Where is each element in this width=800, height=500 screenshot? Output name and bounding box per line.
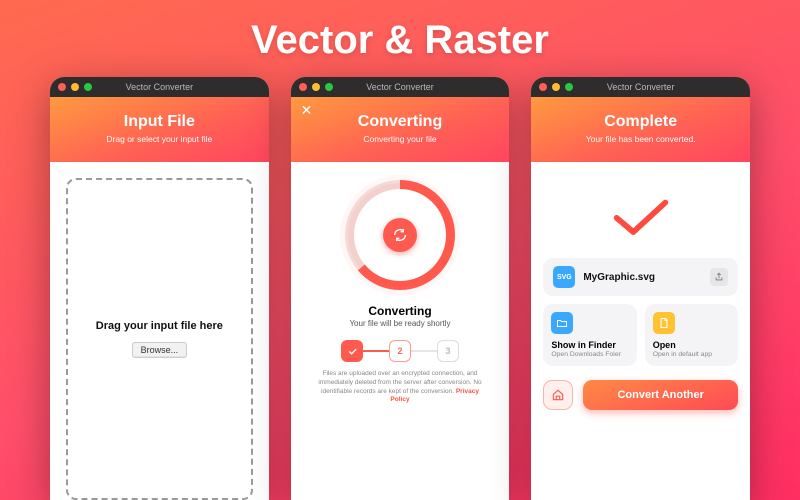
success-check-icon (543, 192, 738, 240)
document-icon (653, 312, 675, 334)
titlebar: Vector Converter (531, 77, 750, 97)
status-subtitle: Your file will be ready shortly (303, 319, 498, 328)
windows-row: Vector Converter Input File Drag or sele… (0, 77, 800, 500)
window-title: Vector Converter (291, 82, 510, 92)
folder-icon (551, 312, 573, 334)
browse-button[interactable]: Browse... (132, 342, 188, 358)
header-converting: ✕ Converting Converting your file (291, 97, 510, 162)
card-subtitle: Open in default app (653, 351, 730, 358)
output-file-card[interactable]: SVG MyGraphic.svg (543, 258, 738, 296)
hero-title: Vector & Raster (251, 18, 549, 63)
status-title: Converting (303, 304, 498, 318)
card-title: Show in Finder (551, 340, 628, 350)
card-title: Open (653, 340, 730, 350)
card-subtitle: Open Downloads Foler (551, 351, 628, 358)
share-icon[interactable] (710, 268, 728, 286)
close-icon[interactable]: ✕ (301, 102, 313, 119)
header-subtitle: Your file has been converted. (541, 134, 740, 144)
file-dropzone[interactable]: Drag your input file here Browse... (66, 178, 253, 500)
file-type-icon: SVG (553, 266, 575, 288)
step-2: 2 (389, 340, 411, 362)
header-input: Input File Drag or select your input fil… (50, 97, 269, 162)
home-button[interactable] (543, 380, 573, 410)
progress-steps: 2 3 (303, 340, 498, 362)
window-title: Vector Converter (531, 82, 750, 92)
window-complete: Vector Converter Complete Your file has … (531, 77, 750, 500)
header-title: Complete (541, 113, 740, 131)
header-title: Input File (60, 113, 259, 131)
output-file-name: MyGraphic.svg (583, 272, 702, 283)
header-subtitle: Converting your file (301, 134, 500, 144)
refresh-icon (383, 218, 417, 252)
titlebar: Vector Converter (50, 77, 269, 97)
window-converting: Vector Converter ✕ Converting Converting… (291, 77, 510, 500)
titlebar: Vector Converter (291, 77, 510, 97)
convert-another-button[interactable]: Convert Another (583, 380, 738, 410)
window-input: Vector Converter Input File Drag or sele… (50, 77, 269, 500)
step-3: 3 (437, 340, 459, 362)
open-file-button[interactable]: Open Open in default app (645, 304, 738, 366)
fine-print: Files are uploaded over an encrypted con… (303, 370, 498, 405)
header-complete: Complete Your file has been converted. (531, 97, 750, 162)
header-title: Converting (301, 113, 500, 131)
step-1 (341, 340, 363, 362)
window-title: Vector Converter (50, 82, 269, 92)
dropzone-message: Drag your input file here (96, 320, 223, 332)
header-subtitle: Drag or select your input file (60, 134, 259, 144)
progress-ring (345, 180, 455, 290)
show-in-finder-button[interactable]: Show in Finder Open Downloads Foler (543, 304, 636, 366)
